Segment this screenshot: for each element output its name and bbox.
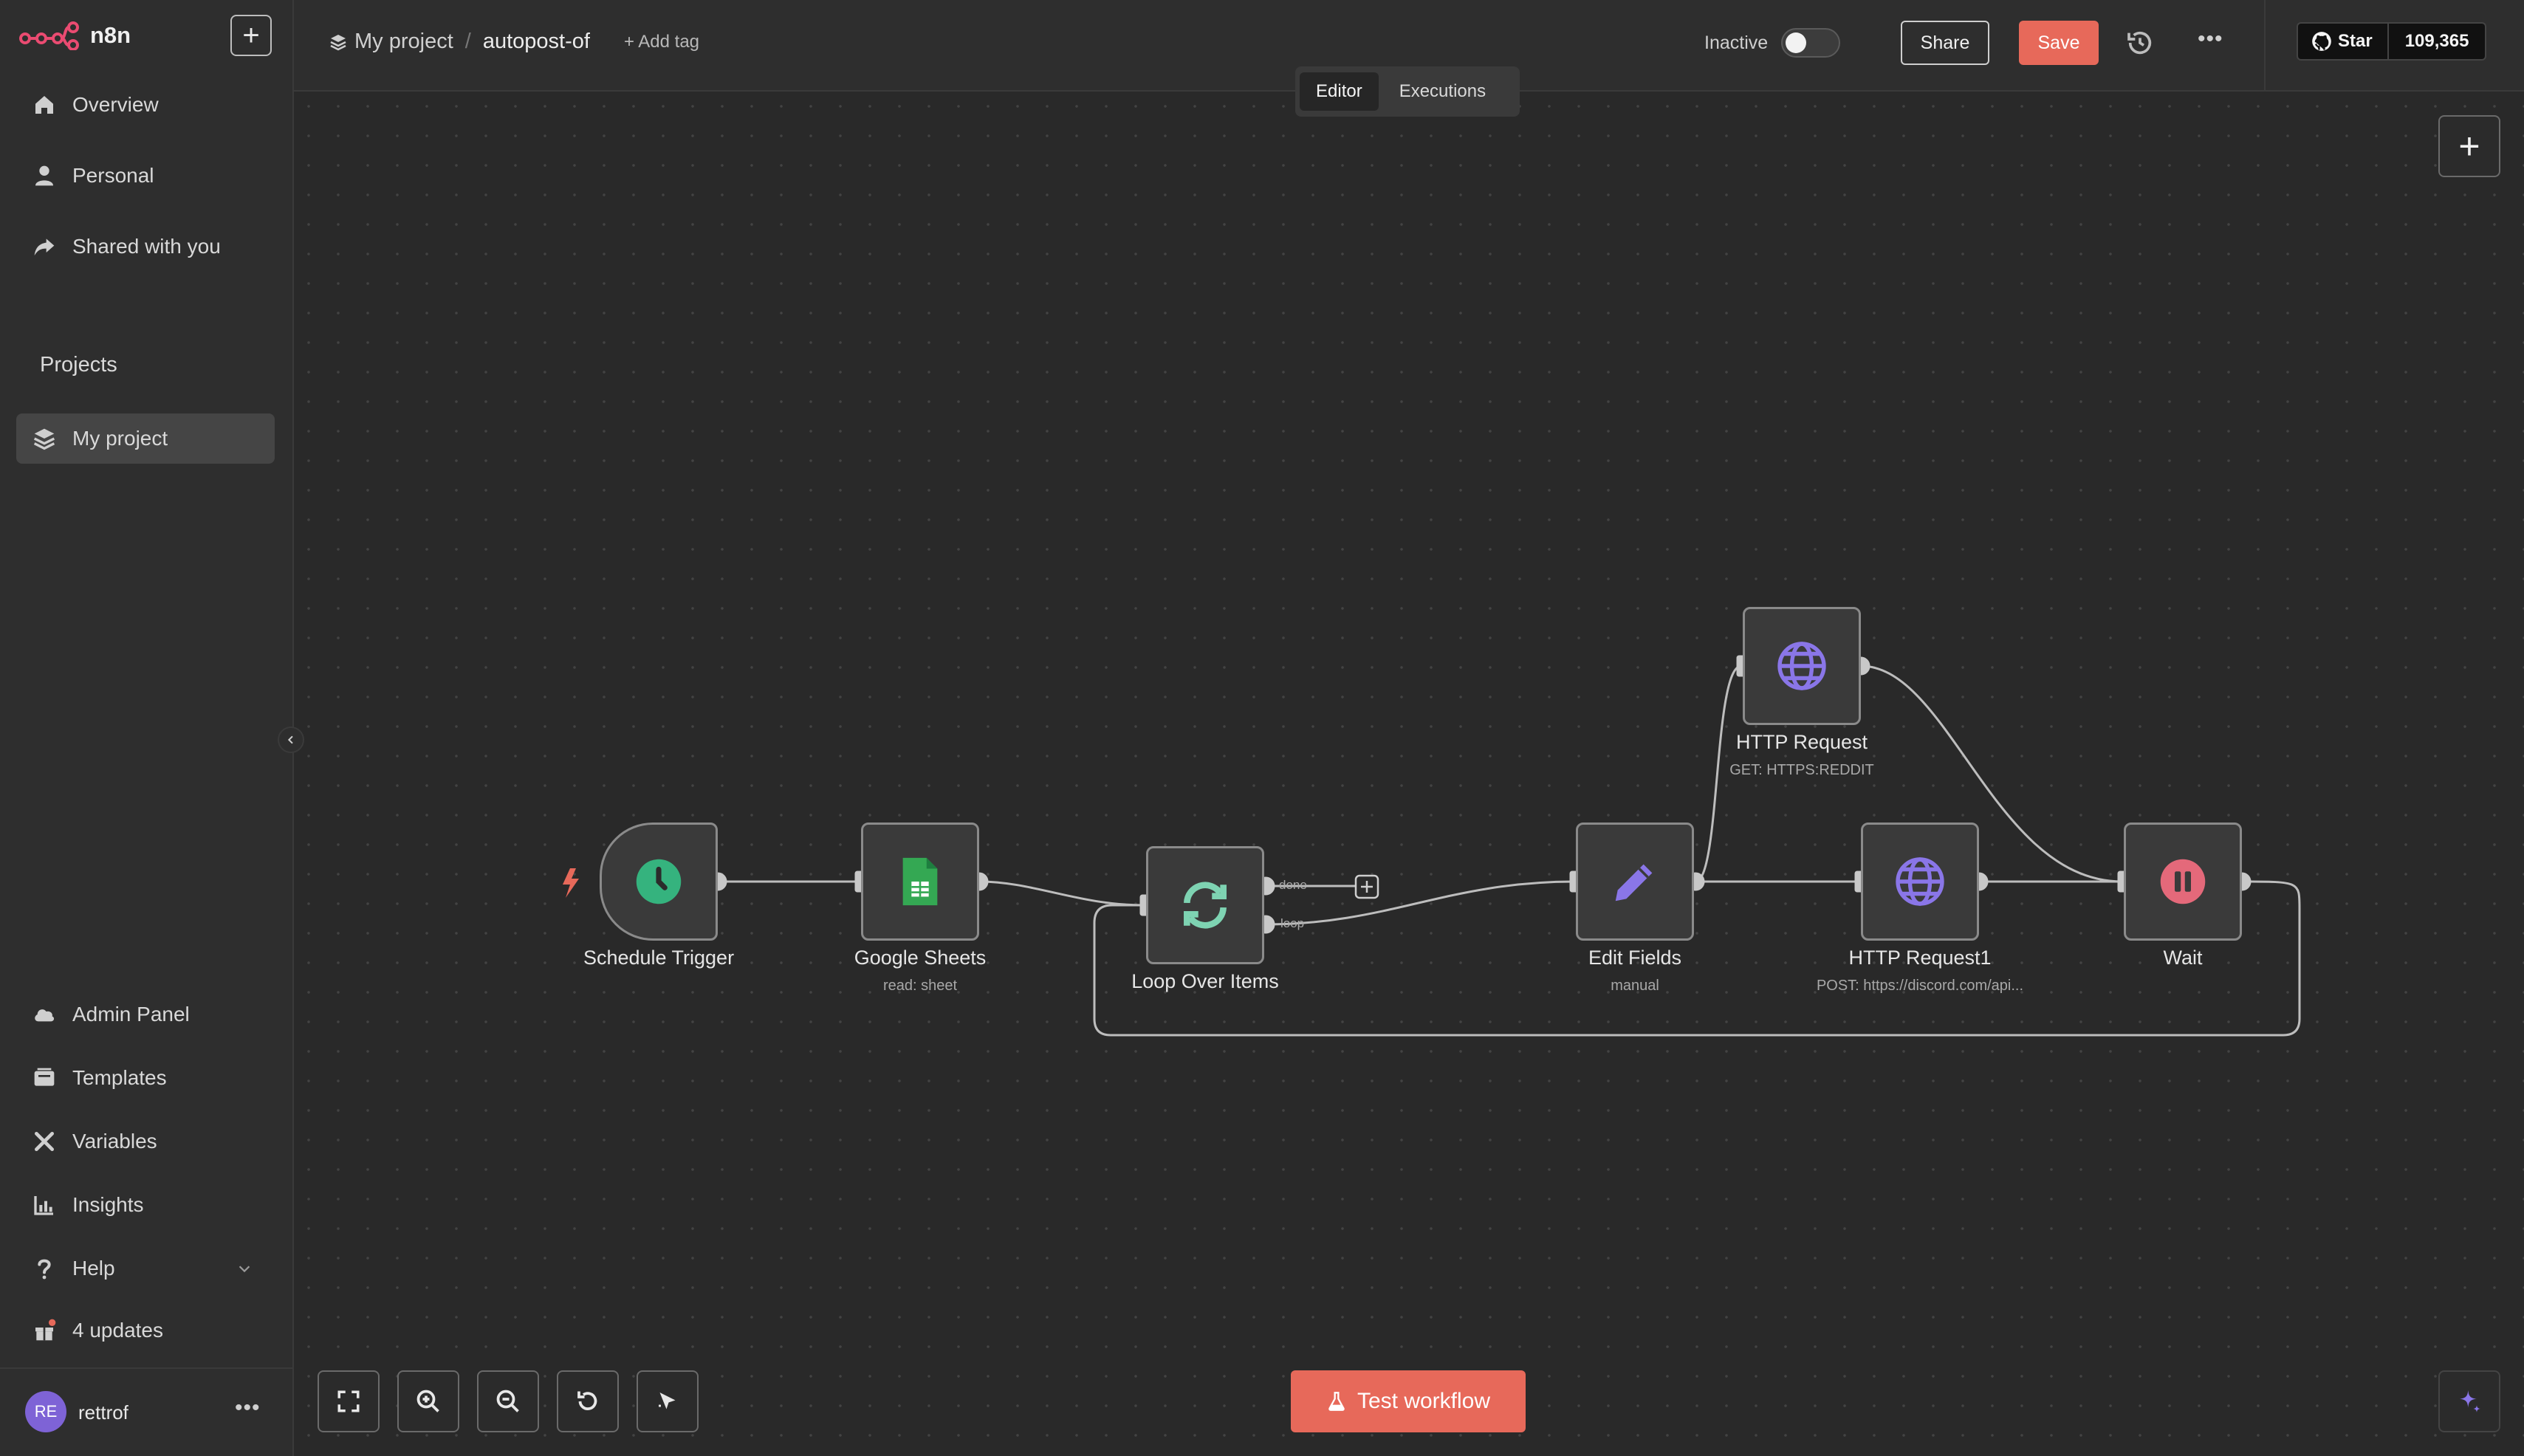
undo-icon [577, 1391, 597, 1410]
tab-executions[interactable]: Executions [1383, 72, 1502, 111]
node-subtitle: read: sheet [882, 978, 958, 994]
loop-icon [1184, 882, 1227, 929]
clock-icon [636, 859, 682, 904]
node-label: Edit Fields [1588, 947, 1682, 969]
output-label-done: done [1279, 878, 1307, 892]
google-sheets-icon [902, 857, 938, 906]
zoom-in-icon [416, 1390, 439, 1412]
node-http-request[interactable] [1743, 607, 1861, 725]
node-google-sheets[interactable] [861, 823, 979, 941]
view-tabs: Editor Executions [1295, 66, 1520, 117]
tidy-up-button[interactable] [637, 1370, 699, 1432]
test-workflow-label: Test workflow [1357, 1389, 1491, 1413]
node-subtitle: GET: HTTPS:REDDIT [1729, 762, 1874, 778]
node-label: Wait [2163, 947, 2203, 969]
fit-view-icon [337, 1390, 360, 1412]
globe-icon [1896, 857, 1944, 906]
collapse-sidebar-button[interactable] [278, 727, 304, 753]
workflow-connections [563, 655, 2301, 1037]
node-wait[interactable] [2124, 823, 2242, 941]
node-label: Loop Over Items [1131, 970, 1279, 992]
zoom-to-fit-button[interactable] [318, 1370, 380, 1432]
sparkle-icon [2459, 1390, 2480, 1412]
zoom-out-icon [496, 1390, 519, 1412]
node-http-request1[interactable] [1861, 823, 1979, 941]
connection-sheets-loop [978, 880, 1145, 907]
add-after-done-button [1354, 874, 1379, 899]
node-label: HTTP Request [1735, 731, 1868, 753]
tab-editor[interactable]: Editor [1300, 72, 1379, 111]
node-loop-over-items[interactable] [1146, 846, 1264, 964]
chevron-left-icon [287, 735, 293, 744]
node-label: Google Sheets [854, 947, 987, 969]
zoom-in-button[interactable] [397, 1370, 459, 1432]
zoom-out-button[interactable] [477, 1370, 539, 1432]
cursor-sparkle-icon [659, 1393, 676, 1409]
node-subtitle: manual [1611, 978, 1659, 994]
globe-icon [1777, 642, 1826, 690]
reset-zoom-button[interactable] [557, 1370, 619, 1432]
ai-assistant-button[interactable] [2438, 1370, 2500, 1432]
node-edit-fields[interactable] [1576, 823, 1694, 941]
test-workflow-button[interactable]: Test workflow [1291, 1370, 1526, 1432]
connection-loop-edit [1265, 880, 1575, 926]
node-schedule-trigger[interactable] [600, 823, 718, 941]
pause-icon [2160, 859, 2206, 904]
pencil-icon [1615, 864, 1653, 902]
node-subtitle: POST: https://discord.com/api... [1816, 978, 2024, 994]
output-label-loop: loop [1280, 916, 1305, 930]
trigger-bolt-icon [563, 868, 579, 898]
flask-icon [1328, 1392, 1345, 1411]
